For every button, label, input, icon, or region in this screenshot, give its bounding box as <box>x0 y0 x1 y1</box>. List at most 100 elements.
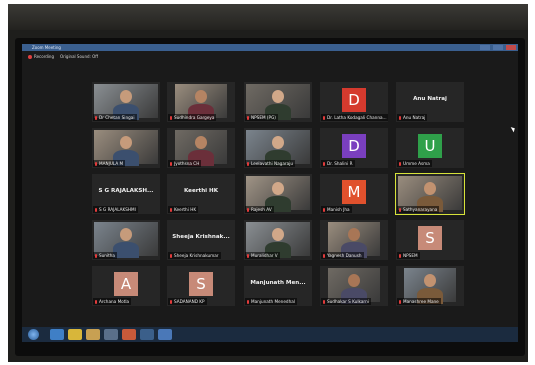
participant-video <box>246 84 310 120</box>
participant-tile[interactable]: Keerthi HK Keerthi HK <box>167 174 235 214</box>
office-icon[interactable] <box>122 329 136 340</box>
participant-tile[interactable]: M Manish Jha <box>320 174 388 214</box>
participant-tile[interactable]: S NPSEM <box>396 220 464 260</box>
participant-name: SADANAND KP <box>174 299 205 304</box>
muted-mic-icon <box>399 253 401 258</box>
participant-name: Dr Chetan Singai <box>99 115 135 120</box>
participant-avatar: M <box>342 180 366 204</box>
muted-mic-icon <box>399 161 401 166</box>
ie-icon[interactable] <box>50 329 64 340</box>
participant-name: NPSEM (PG) <box>251 115 276 120</box>
participant-name: Sathyanarayana <box>403 207 438 212</box>
participant-name: Manjunath Menedhal <box>251 299 295 304</box>
muted-mic-icon <box>247 161 249 166</box>
participant-name: Keerthi HK <box>174 207 197 212</box>
participant-name: Sudhakar S Kulkarni <box>327 299 369 304</box>
participant-tile[interactable]: A Archana Motla <box>92 266 160 306</box>
muted-mic-icon <box>399 207 401 212</box>
participant-display-name: Keerthi HK <box>183 188 219 194</box>
muted-mic-icon <box>323 253 325 258</box>
participant-tile[interactable]: Sudhindra Gargeya <box>167 82 235 122</box>
participant-tile[interactable]: Manjunath Men... Manjunath Menedhal <box>244 266 312 306</box>
participant-name-bar: Archana Motla <box>93 298 132 305</box>
participant-avatar: D <box>342 88 366 112</box>
participant-tile[interactable]: Leelavathi Nagaraju <box>244 128 312 168</box>
participant-name-bar: Sudhindra Gargeya <box>168 114 217 121</box>
participant-tile[interactable]: Muralidhar V <box>244 220 312 260</box>
muted-mic-icon <box>323 115 325 120</box>
participant-face <box>120 136 132 149</box>
participant-name-bar: Leelavathi Nagaraju <box>245 160 296 167</box>
participant-tile[interactable]: Yagnesh Danush <box>320 220 388 260</box>
participant-tile[interactable]: U Umme Asma <box>396 128 464 168</box>
participant-video <box>328 268 380 304</box>
muted-mic-icon <box>170 299 172 304</box>
muted-mic-icon <box>170 207 172 212</box>
muted-mic-icon <box>399 115 401 120</box>
participant-display-name: S G RAJALAKSH... <box>98 188 154 194</box>
participant-name-bar: Sheeja Krishnakumar <box>168 252 221 259</box>
participant-name-bar: Sunitha <box>93 252 117 259</box>
participant-video <box>246 176 310 212</box>
participant-tile[interactable]: Sheeja Krishnak... Sheeja Krishnakumar <box>167 220 235 260</box>
chrome-icon[interactable] <box>68 329 82 340</box>
participant-tile[interactable]: Rajesh AV <box>244 174 312 214</box>
participant-name-bar: Muralidhar V <box>245 252 280 259</box>
folder-icon[interactable] <box>86 329 100 340</box>
participant-gallery: Dr Chetan Singai Sudhindra Gargeya NPSEM (… <box>22 44 518 342</box>
participant-name: Sunitha <box>99 253 115 258</box>
participant-name: Anu Natraj <box>403 115 426 120</box>
participant-tile[interactable]: NPSEM (PG) <box>244 82 312 122</box>
participant-name: NPSEM <box>403 253 418 258</box>
participant-tile[interactable]: Sudhakar S Kulkarni <box>320 266 388 306</box>
participant-tile[interactable]: MANJULA M <box>92 128 160 168</box>
muted-mic-icon <box>399 299 401 304</box>
participant-avatar: A <box>114 272 138 296</box>
participant-face <box>120 228 132 241</box>
participant-name-bar: MANJULA M <box>93 160 126 167</box>
participant-tile[interactable]: Anu Natraj Anu Natraj <box>396 82 464 122</box>
participant-name-bar: Anu Natraj <box>397 114 428 121</box>
participant-tile[interactable]: Sathyanarayana <box>395 173 465 215</box>
participant-tile[interactable]: Dr Chetan Singai <box>92 82 160 122</box>
participant-face <box>424 182 436 195</box>
participant-tile[interactable]: Jyothsna CH <box>167 128 235 168</box>
participant-video <box>398 176 462 212</box>
participant-name: Dr. Shalini R <box>327 161 353 166</box>
participant-name: Sheeja Krishnakumar <box>174 253 219 258</box>
participant-face <box>272 182 284 195</box>
participant-tile[interactable]: D Dr. Shalini R <box>320 128 388 168</box>
participant-tile[interactable]: Manashree Mane <box>396 266 464 306</box>
word-icon[interactable] <box>158 329 172 340</box>
participant-tile[interactable]: D Dr. Latha Kodagali Channa... <box>320 82 388 122</box>
participant-video <box>404 268 456 304</box>
muted-mic-icon <box>95 299 97 304</box>
muted-mic-icon <box>95 207 97 212</box>
participant-avatar: S <box>189 272 213 296</box>
participant-name-bar: SADANAND KP <box>168 298 207 305</box>
participant-display-name: Anu Natraj <box>413 96 447 102</box>
participant-tile[interactable]: S G RAJALAKSH... S G RAJALAKSHMI <box>92 174 160 214</box>
participant-name: Manashree Mane <box>403 299 439 304</box>
participant-face <box>348 228 360 241</box>
media-icon[interactable] <box>104 329 118 340</box>
participant-video <box>94 84 158 120</box>
participant-video <box>94 222 158 258</box>
participant-name: Manish Jha <box>327 207 350 212</box>
participant-face <box>120 90 132 103</box>
participant-tile[interactable]: Sunitha <box>92 220 160 260</box>
participant-tile[interactable]: S SADANAND KP <box>167 266 235 306</box>
participant-avatar: S <box>418 226 442 250</box>
participant-name: Yagnesh Danush <box>327 253 362 258</box>
windows-start-icon[interactable] <box>28 329 39 340</box>
participant-name-bar: NPSEM (PG) <box>245 114 278 121</box>
participant-face <box>195 90 207 103</box>
participant-face <box>348 274 360 287</box>
participant-face <box>272 90 284 103</box>
participant-name-bar: Manish Jha <box>321 206 352 213</box>
zoom-icon[interactable] <box>140 329 154 340</box>
participant-name-bar: Rajesh AV <box>245 206 274 213</box>
participant-display-name: Manjunath Men... <box>250 280 306 286</box>
muted-mic-icon <box>95 253 97 258</box>
participant-name: Muralidhar V <box>251 253 278 258</box>
